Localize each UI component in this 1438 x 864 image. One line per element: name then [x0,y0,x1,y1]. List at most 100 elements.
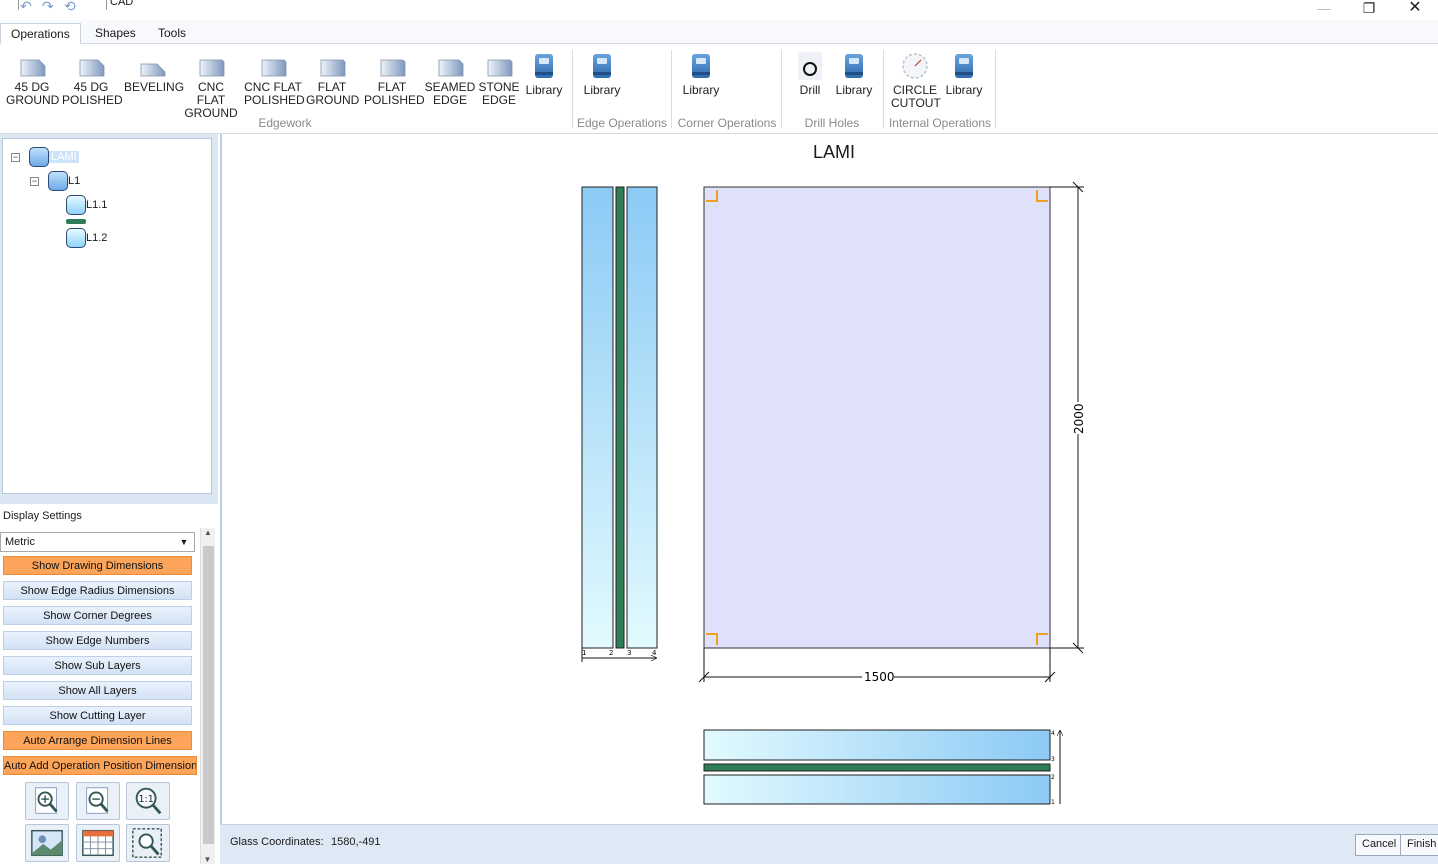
svg-text:1:1: 1:1 [139,794,154,805]
scrollbar-thumb[interactable] [203,546,214,844]
toggle-show-corner-degrees[interactable]: Show Corner Degrees [3,606,192,625]
glass-layer-l1-1[interactable] [703,729,1051,761]
edge-flat-ground-button[interactable]: FLAT GROUND [306,52,359,107]
drill-button[interactable]: Drill [792,52,828,97]
toggle-show-drawing-dimensions[interactable]: Show Drawing Dimensions [3,556,192,575]
edge-cnc-flat-polished-button[interactable]: CNC FLAT POLISHED [244,52,305,107]
grid-icon [82,829,114,857]
group-label-edge-operations: Edge Operations [576,116,668,130]
edge-number: 3 [627,649,631,657]
redo-icon[interactable]: ↷ [42,0,58,14]
edge-flat-polished-button[interactable]: FLAT POLISHED [364,52,425,107]
restore-button[interactable]: ❐ [1346,0,1392,20]
corner-operations-library-button[interactable]: Library [679,52,723,97]
layer-icon [48,171,68,191]
tree-node-lami[interactable]: − LAMI [11,147,79,167]
status-bar: Glass Coordinates: 1580,-491 Cancel Fini… [220,824,1438,864]
undo-icon[interactable]: ↶ [20,0,36,14]
circle-cutout-icon [902,53,928,79]
glass-layer-l1-2[interactable] [703,774,1051,805]
toggle-show-all-layers[interactable]: Show All Layers [3,681,192,700]
edge-45dg-polished-button[interactable]: 45 DG POLISHED [62,52,123,107]
toggle-auto-arrange-dimension-lines[interactable]: Auto Arrange Dimension Lines [3,731,192,750]
zoom-actual-size-button[interactable]: 1:1 [126,782,170,820]
edge-number: 2 [1051,774,1055,781]
glass-layer-l1-2[interactable] [626,186,658,649]
edge-cnc-flat-ground-button[interactable]: CNC FLAT GROUND [183,52,239,120]
toolbar-separator [18,0,19,10]
minimize-button[interactable]: — [1301,0,1347,20]
edge-45dg-ground-button[interactable]: 45 DG GROUND [6,52,59,107]
zoom-selection-button[interactable] [126,824,170,862]
edge-number: 1 [1051,799,1055,806]
tree-node-l1[interactable]: − L1 [30,171,80,191]
glass-panel[interactable] [703,186,1051,649]
tree-node-l1-2[interactable]: L1.2 [66,228,107,248]
edge-seamed-button[interactable]: SEAMED EDGE [424,52,476,107]
interlayer[interactable] [703,763,1051,772]
refresh-icon[interactable]: ⟲ [64,0,80,14]
edge-operations-library-button[interactable]: Library [580,52,624,97]
edge-profile-icon [261,59,287,77]
front-view: 2000 1500 [698,181,1086,684]
toggle-auto-add-operation-position-dimension[interactable]: Auto Add Operation Position Dimension [3,756,197,775]
interlayer[interactable] [615,186,625,649]
left-panel: − LAMI − L1 L1.1 L1.2 Display Settings M… [0,134,218,864]
scroll-up-icon[interactable]: ▲ [201,528,215,537]
display-settings-scrollbar[interactable]: ▲ ▼ [200,528,215,864]
chevron-down-icon[interactable]: ▼ [174,533,194,551]
edge-number: 1 [582,649,586,657]
tab-operations[interactable]: Operations [0,23,81,44]
edgework-library-button[interactable]: Library [522,52,566,97]
tab-shapes[interactable]: Shapes [85,23,146,44]
group-label-edgework: Edgework [258,116,312,130]
title-bar: ↶ ↷ ⟲ CAD — ❐ ✕ [0,0,1438,20]
group-separator [995,50,996,128]
group-label-corner-operations: Corner Operations [677,116,777,130]
edge-stone-button[interactable]: STONE EDGE [478,52,520,107]
height-dimension-label: 2000 [1072,403,1086,434]
close-button[interactable]: ✕ [1392,0,1438,20]
width-dimension-label: 1500 [864,670,895,684]
toggle-show-edge-radius-dimensions[interactable]: Show Edge Radius Dimensions [3,581,192,600]
display-settings-panel: Display Settings Metric ▼ Show Drawing D… [0,504,218,864]
edge-profile-icon [79,59,105,77]
tree-node-l1-1[interactable]: L1.1 [66,195,107,215]
scroll-down-icon[interactable]: ▼ [201,855,214,864]
tree-node-label: L1.1 [86,199,108,211]
drawing-svg: 1 2 3 4 2000 1500 4 3 2 1 [581,181,1086,806]
drill-holes-library-button[interactable]: Library [832,52,876,97]
zoom-in-button[interactable] [25,782,69,820]
toggle-show-edge-numbers[interactable]: Show Edge Numbers [3,631,192,650]
bevel-profile-icon [140,63,166,77]
tab-tools[interactable]: Tools [148,23,196,44]
drill-hole-icon [798,52,822,80]
circle-cutout-button[interactable]: CIRCLE CUTOUT [891,52,941,110]
interlayer-icon [66,219,86,224]
glass-layer-l1-1[interactable] [581,186,614,649]
internal-operations-library-button[interactable]: Library [942,52,986,97]
zoom-out-icon [86,787,109,814]
edge-number: 3 [1051,756,1055,763]
library-icon [845,54,863,78]
zoom-out-button[interactable] [76,782,120,820]
collapse-icon[interactable]: − [30,176,39,186]
coordinates-value: 1580,-491 [331,836,381,848]
units-select[interactable]: Metric ▼ [0,532,195,552]
library-icon [535,54,553,78]
edge-number: 2 [609,649,613,657]
toggle-show-sub-layers[interactable]: Show Sub Layers [3,656,192,675]
ribbon-tabs: Operations Shapes Tools [0,20,1438,44]
image-view-button[interactable] [25,824,69,862]
edge-profile-icon [199,59,225,77]
edge-profile-icon [438,59,464,77]
drawing-canvas[interactable]: LAMI 1 2 3 4 2000 1500 4 3 2 1 [220,134,1438,824]
cancel-button[interactable]: Cancel [1355,834,1404,856]
toggle-show-cutting-layer[interactable]: Show Cutting Layer [3,706,192,725]
group-label-internal-operations: Internal Operations [888,116,992,130]
finish-button[interactable]: Finish [1400,834,1438,856]
edge-number: 4 [652,649,657,657]
edge-beveling-button[interactable]: BEVELING [124,52,184,94]
calendar-grid-button[interactable] [76,824,120,862]
collapse-icon[interactable]: − [11,152,20,162]
